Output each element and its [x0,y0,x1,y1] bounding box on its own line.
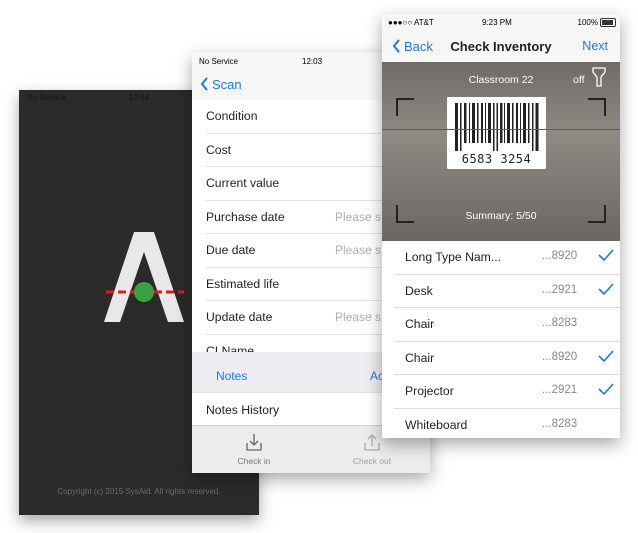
barcode-icon [455,103,539,151]
item-name: Chair [405,350,435,365]
item-name: Desk [405,283,433,298]
time-label: 9:23 PM [482,18,512,27]
list-item[interactable]: Chair ...8920 [394,342,620,375]
field-placeholder: Please s [335,243,382,257]
download-icon [246,434,262,451]
list-item[interactable]: Desk ...2921 [394,275,620,308]
back-label: Scan [212,77,242,92]
status-bar: ●●●○○ AT&T 9:23 PM 100% [382,14,620,32]
item-id: ...2921 [542,384,578,396]
item-name: Long Type Nam... [405,250,501,264]
carrier-name: AT&T [413,18,434,27]
time-label: 12:04 [129,93,150,102]
list-item[interactable]: Whiteboard ...8283 [394,409,620,439]
chevron-left-icon [200,77,208,91]
check-in-label: Check in [237,456,271,466]
next-button[interactable]: Next [582,39,608,53]
field-label: Estimated life [206,276,280,291]
item-id: ...8283 [542,417,578,430]
carrier-label: No Service [27,93,67,102]
field-label: Purchase date [206,209,285,224]
flash-state-label: off [573,74,585,86]
notes-tab[interactable]: Notes [216,369,247,383]
battery-icon [600,18,616,27]
carrier-label: ●●●○○ AT&T [388,18,434,27]
carrier-label: No Service [199,57,239,66]
check-out-label: Check out [352,456,392,466]
flashlight-icon[interactable] [591,67,607,87]
list-item[interactable]: Chair ...8283 [394,308,620,342]
barcode-label: 6583 3254 [447,97,546,169]
field-label: Update date [206,310,273,324]
copyright-text: Copyright (c) 2015 SysAid. All rights re… [57,487,221,496]
checkmark-icon [598,383,614,396]
back-button[interactable]: Scan [200,77,242,92]
barcode-number-left: 6583 [461,152,493,166]
sysaid-logo-icon [104,232,184,322]
item-id: ...8283 [542,317,578,329]
item-name: Chair [405,317,435,331]
field-label: Condition [206,109,258,123]
scan-summary: Summary: 5/50 [465,210,537,222]
field-label: Cost [206,142,232,157]
item-id: ...2921 [542,283,578,296]
battery-percent: 100% [577,18,598,27]
checkmark-icon [598,249,614,262]
barcode-scanner-view[interactable]: Classroom 22 off 6583 3254 Summary: 5/50 [382,62,620,241]
check-inventory-screen: ●●●○○ AT&T 9:23 PM 100% Back Check Inven… [382,14,620,438]
list-item[interactable]: Projector ...2921 [394,375,620,409]
field-placeholder: Please s [335,209,382,224]
barcode-number-right: 3254 [500,152,532,166]
item-name: Whiteboard [405,417,468,432]
field-placeholder: Please s [335,310,382,324]
field-label: Due date [206,243,256,257]
frame-corner-icon [396,98,414,116]
notes-history-label: Notes History [206,403,280,417]
check-in-button[interactable]: Check in [214,432,294,466]
item-name: Projector [405,384,454,398]
checkmark-icon [598,349,614,362]
time-label: 12:03 [302,57,323,66]
inventory-list: Long Type Nam... ...8920 Desk ...2921 Chai… [382,241,620,438]
field-label: Current value [206,176,280,190]
upload-icon [364,434,380,451]
item-id: ...8920 [542,250,578,262]
scan-line [382,129,620,130]
item-id: ...8920 [542,350,578,363]
frame-corner-icon [588,98,606,116]
checkmark-icon [598,282,614,295]
list-item[interactable]: Long Type Nam... ...8920 [394,241,620,275]
nav-bar: Back Check Inventory Next [382,32,620,63]
barcode-number: 6583 3254 [447,152,546,166]
